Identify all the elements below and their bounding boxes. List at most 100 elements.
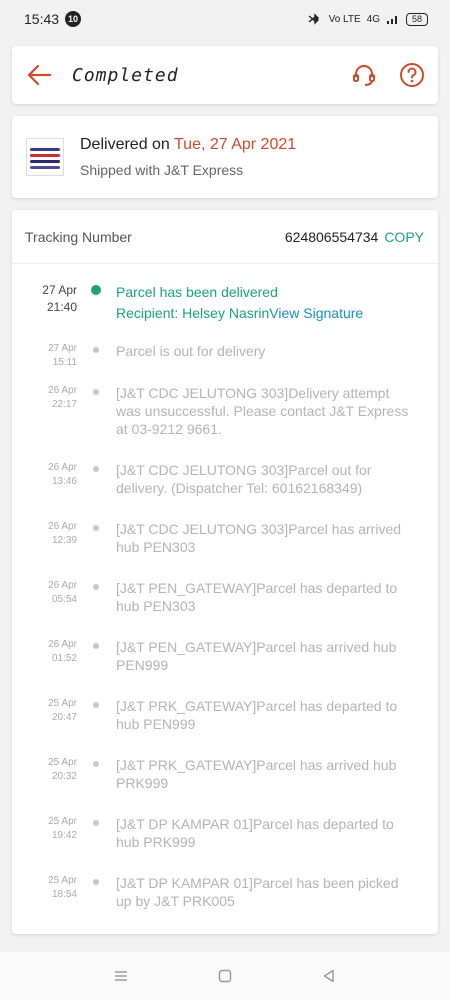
signal-icon — [387, 16, 397, 24]
delivered-line: Delivered on Tue, 27 Apr 2021 — [80, 136, 296, 154]
event-date: 26 Apr — [48, 385, 77, 396]
event-datetime: 25 Apr 20:47 — [25, 697, 77, 725]
timeline-dot — [93, 643, 99, 649]
event-date: 26 Apr — [48, 521, 77, 532]
event-time: 22:17 — [51, 399, 77, 410]
event-text: [J&T PEN_GATEWAY]Parcel has departed to … — [116, 580, 398, 614]
event-time: 01:52 — [51, 653, 77, 664]
nav-home-button[interactable] — [215, 966, 235, 986]
event-datetime: 25 Apr 18:54 — [25, 874, 77, 902]
support-button[interactable] — [350, 61, 378, 89]
event-time: 20:32 — [51, 771, 77, 782]
event-datetime: 26 Apr 12:39 — [25, 520, 77, 548]
delivery-summary: Delivered on Tue, 27 Apr 2021 Shipped wi… — [12, 116, 438, 198]
timeline-dot — [91, 285, 101, 295]
event-time: 19:42 — [51, 830, 77, 841]
timeline-dot — [93, 466, 99, 472]
event-text: Parcel has been delivered Recipient: Hels… — [116, 282, 416, 324]
event-time: 20:47 — [51, 712, 77, 723]
page-header: Completed — [12, 46, 438, 104]
timeline-event: 25 Apr 20:32 [J&T PRK_GATEWAY]Parcel has … — [12, 756, 438, 815]
event-date: 27 Apr — [48, 343, 77, 354]
event-date: 26 Apr — [48, 580, 77, 591]
network-type: Vo LTE — [328, 13, 361, 25]
timeline-dot — [93, 879, 99, 885]
timeline-event: 27 Apr 21:40 Parcel has been delivered Rec… — [12, 282, 438, 342]
arrow-left-icon — [27, 64, 52, 86]
shipped-with: Shipped with J&T Express — [80, 162, 244, 178]
timeline-event: 27 Apr 15:11 Parcel is out for delivery — [12, 342, 438, 384]
headset-icon — [353, 65, 375, 86]
bluetooth-icon — [308, 13, 319, 25]
event-time: 05:54 — [51, 594, 77, 605]
timeline-dot — [93, 389, 99, 395]
timeline-event: 26 Apr 22:17 [J&T CDC JELUTONG 303]Delive… — [12, 384, 438, 461]
timeline-dot — [93, 347, 99, 353]
event-date: 25 Apr — [48, 875, 77, 886]
event-text: [J&T DP KAMPAR 01]Parcel has departed to… — [116, 816, 394, 850]
event-datetime: 27 Apr 15:11 — [25, 342, 77, 370]
event-time: 13:46 — [51, 476, 77, 487]
tracking-timeline: 27 Apr 21:40 Parcel has been delivered Rec… — [12, 264, 438, 924]
event-text: [J&T PRK_GATEWAY]Parcel has departed to … — [116, 698, 398, 732]
question-circle-icon — [400, 63, 424, 87]
header-actions — [350, 61, 426, 89]
timeline-dot — [93, 761, 99, 767]
pen-graphic — [30, 160, 60, 163]
event-date: 25 Apr — [48, 757, 77, 768]
battery-icon: 58 — [406, 12, 428, 26]
event-datetime: 25 Apr 19:42 — [25, 815, 77, 843]
recipient-line: Recipient: Helsey NasrinView Signature — [116, 303, 416, 324]
event-text: [J&T DP KAMPAR 01]Parcel has been picked… — [116, 875, 399, 909]
tracking-number-value: 624806554734 — [284, 228, 379, 245]
timeline-event: 25 Apr 19:42 [J&T DP KAMPAR 01]Parcel has… — [12, 815, 438, 874]
square-home-icon — [218, 969, 232, 983]
delivered-date: Tue, 27 Apr 2021 — [173, 136, 297, 153]
event-text: [J&T PEN_GATEWAY]Parcel has arrived hub … — [116, 639, 397, 673]
pen-graphic — [30, 166, 60, 169]
page-title: Completed — [72, 64, 179, 86]
delivered-prefix: Delivered on — [80, 136, 174, 153]
timeline-event: 26 Apr 13:46 [J&T CDC JELUTONG 303]Parcel… — [12, 461, 438, 520]
event-text: [J&T CDC JELUTONG 303]Delivery attempt w… — [116, 385, 409, 437]
tracking-number-label: Tracking Number — [25, 228, 132, 245]
event-text: [J&T PRK_GATEWAY]Parcel has arrived hub … — [116, 757, 397, 791]
event-text: [J&T CDC JELUTONG 303]Parcel has arrived… — [116, 521, 402, 555]
recipient-name: Recipient: Helsey Nasrin — [116, 305, 270, 321]
system-nav-bar — [0, 952, 450, 1000]
timeline-event: 26 Apr 01:52 [J&T PEN_GATEWAY]Parcel has … — [12, 638, 438, 697]
event-date: 26 Apr — [48, 462, 77, 473]
nav-menu-button[interactable] — [111, 966, 131, 986]
timeline-dot — [93, 584, 99, 590]
event-time: 15:11 — [52, 357, 77, 368]
status-right: Vo LTE 4G 58 — [307, 12, 428, 26]
status-time: 15:43 — [24, 11, 60, 27]
event-text: Parcel is out for delivery — [116, 343, 266, 359]
event-date: 26 Apr — [48, 639, 77, 650]
event-date: 27 Apr — [42, 283, 77, 297]
notification-badge: 10 — [65, 11, 82, 27]
timeline-event: 25 Apr 20:47 [J&T PRK_GATEWAY]Parcel has … — [12, 697, 438, 756]
copy-button[interactable]: COPY — [384, 229, 424, 245]
view-signature-link[interactable]: View Signature — [269, 305, 363, 321]
timeline-dot — [93, 820, 99, 826]
event-text: [J&T CDC JELUTONG 303]Parcel out for del… — [116, 462, 372, 496]
event-date: 25 Apr — [48, 816, 77, 827]
timeline-event: 25 Apr 18:54 [J&T DP KAMPAR 01]Parcel has… — [12, 874, 438, 924]
help-button[interactable] — [398, 61, 426, 89]
event-datetime: 25 Apr 20:32 — [25, 756, 77, 784]
back-button[interactable] — [24, 60, 54, 90]
event-date: 25 Apr — [48, 698, 77, 709]
timeline-event: 26 Apr 12:39 [J&T CDC JELUTONG 303]Parcel… — [12, 520, 438, 579]
event-datetime: 26 Apr 01:52 — [25, 638, 77, 666]
menu-icon — [115, 971, 127, 981]
pen-graphic — [30, 148, 60, 151]
event-time: 18:54 — [51, 889, 77, 900]
signal-type: 4G — [366, 13, 380, 25]
triangle-back-icon — [323, 969, 334, 983]
event-time: 21:40 — [46, 300, 77, 314]
product-thumbnail[interactable] — [26, 138, 64, 176]
event-description: Parcel has been delivered — [116, 284, 278, 300]
event-datetime: 26 Apr 22:17 — [25, 384, 77, 412]
nav-back-button[interactable] — [319, 966, 339, 986]
